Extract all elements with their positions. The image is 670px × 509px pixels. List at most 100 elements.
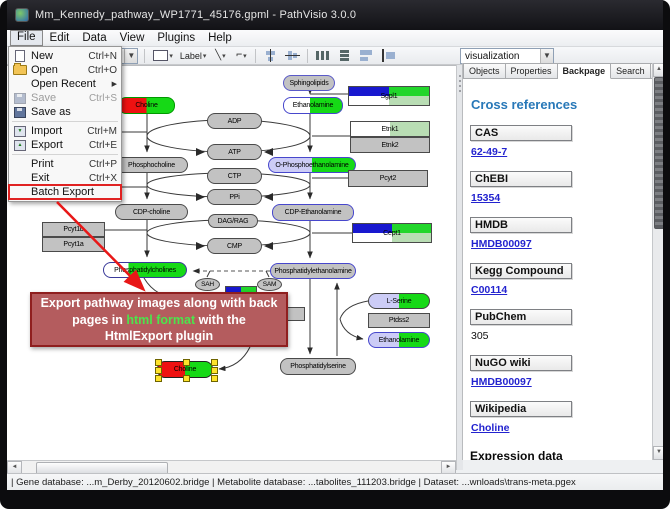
line-tool-button[interactable]: ╲▾: [211, 48, 229, 64]
file-menu-item-print[interactable]: PrintCtrl+P: [9, 157, 121, 171]
node-label: Phosphatidylethanolamine: [274, 268, 351, 275]
cept1-node[interactable]: Cept1: [352, 223, 432, 243]
phosphatidylethanolamine-node[interactable]: Phosphatidylethanolamine: [270, 263, 356, 279]
ethanolamine-bottom-node[interactable]: Ethanolamine: [368, 332, 430, 348]
open-folder-icon: [13, 65, 27, 75]
cmp-node[interactable]: CMP: [207, 238, 262, 254]
xref-value-hmdb[interactable]: HMDB00097: [471, 238, 653, 250]
selection-handle[interactable]: [155, 375, 162, 382]
chevron-down-icon[interactable]: ▼: [124, 49, 137, 63]
etnk1-node[interactable]: Etnk1: [350, 121, 430, 137]
cdp-ethanolamine-node[interactable]: CDP-Ethanolamine: [272, 204, 354, 221]
sah-node[interactable]: SAH: [195, 278, 220, 291]
scroll-down-icon[interactable]: ▼: [653, 446, 663, 460]
menu-item-shortcut: Ctrl+P: [89, 159, 117, 170]
adp-node[interactable]: ADP: [207, 113, 262, 129]
sphingolipids-node[interactable]: Sphingolipids: [283, 75, 335, 91]
callout-line: Export pathway images along with back: [32, 295, 286, 312]
file-menu-item-open-recent[interactable]: Open Recent▶: [9, 77, 121, 91]
selection-handle[interactable]: [183, 359, 190, 366]
stack-button[interactable]: [379, 48, 398, 64]
align-center-horizontal-button[interactable]: [261, 48, 280, 64]
xref-value-kegg-compound[interactable]: C00114: [471, 284, 653, 296]
phosphatidylserine-node[interactable]: Phosphatidylserine: [280, 358, 356, 375]
xref-value-chebi[interactable]: 15354: [471, 192, 653, 204]
menu-item-label: Import: [31, 125, 83, 137]
file-menu-item-exit[interactable]: ExitCtrl+X: [9, 171, 121, 185]
tab-backpage[interactable]: Backpage: [558, 63, 612, 79]
file-menu-item-export[interactable]: ExportCtrl+E: [9, 138, 121, 152]
selection-handle[interactable]: [155, 367, 162, 374]
canvas-horizontal-scrollbar[interactable]: ◄ ►: [7, 460, 456, 474]
xref-value-nugo-wiki[interactable]: HMDB00097: [471, 376, 653, 388]
distribute-vertical-icon: [337, 49, 352, 62]
align-center-vertical-button[interactable]: [283, 48, 302, 64]
side-panel-tabs: ObjectsPropertiesBackpageSearchLegend: [463, 63, 663, 79]
menu-view[interactable]: View: [114, 31, 151, 45]
xref-value-pubchem: 305: [471, 330, 653, 342]
node-label: Pcyt1b: [63, 226, 83, 233]
menu-data[interactable]: Data: [76, 31, 112, 45]
chevron-down-icon[interactable]: ▼: [540, 49, 553, 63]
file-menu-item-import[interactable]: ImportCtrl+M: [9, 124, 121, 138]
menu-edit[interactable]: Edit: [44, 31, 76, 45]
tab-search[interactable]: Search: [611, 63, 651, 79]
file-menu: NewCtrl+NOpenCtrl+OOpen Recent▶SaveCtrl+…: [8, 46, 122, 202]
o-phosphoethanolamine-node[interactable]: O-Phosphoethanolamine: [268, 157, 356, 173]
phosphocholine-node[interactable]: Phosphocholine: [115, 157, 188, 173]
ethanolamine-top-node[interactable]: Ethanolamine: [283, 97, 343, 114]
ppi-node[interactable]: PPi: [207, 189, 262, 205]
l-serine-node[interactable]: L-Serine: [368, 293, 430, 309]
selection-handle[interactable]: [211, 359, 218, 366]
window-title: Mm_Kennedy_pathway_WP1771_45176.gpml - P…: [35, 9, 356, 21]
sam-node[interactable]: SAM: [257, 278, 282, 291]
atp-node[interactable]: ATP: [207, 144, 262, 160]
choline-selected-node[interactable]: Choline: [157, 361, 213, 378]
xref-value-wikipedia[interactable]: Choline: [471, 422, 653, 434]
selection-handle[interactable]: [211, 367, 218, 374]
file-menu-item-save[interactable]: SaveCtrl+S: [9, 91, 121, 105]
etnk2-node[interactable]: Etnk2: [350, 137, 430, 153]
file-menu-item-save-as[interactable]: Save as: [9, 105, 121, 119]
selection-handle[interactable]: [211, 375, 218, 382]
cdp-choline-node[interactable]: CDP-choline: [115, 204, 188, 220]
distribute-horizontal-button[interactable]: [313, 48, 332, 64]
menu-file[interactable]: File: [10, 30, 43, 46]
pcyt2-node[interactable]: Pcyt2: [348, 170, 428, 187]
scrollbar-thumb[interactable]: [654, 77, 663, 229]
file-menu-item-batch-export[interactable]: Batch Export: [9, 185, 121, 199]
distribute-vertical-button[interactable]: [335, 48, 354, 64]
menu-plugins[interactable]: Plugins: [151, 31, 201, 45]
file-menu-item-new[interactable]: NewCtrl+N: [9, 49, 121, 63]
node-label: Phosphatidylserine: [290, 363, 346, 370]
elbow-connector-button[interactable]: ⌐▾: [232, 48, 250, 64]
dag-node[interactable]: DAG/RAG: [208, 214, 258, 228]
choline-top-node[interactable]: Choline: [118, 97, 175, 114]
pcyt1a-node[interactable]: Pcyt1a: [42, 237, 105, 252]
ptdss2-node[interactable]: Ptdss2: [368, 313, 430, 328]
file-menu-item-open[interactable]: OpenCtrl+O: [9, 63, 121, 77]
node-label: SAM: [263, 281, 277, 288]
selection-handle[interactable]: [183, 375, 190, 382]
xref-value-cas[interactable]: 62-49-7: [471, 146, 653, 158]
menu-help[interactable]: Help: [202, 31, 238, 45]
scroll-up-icon[interactable]: ▲: [653, 63, 663, 77]
sgpl1-node[interactable]: Sgpl1: [348, 86, 430, 106]
tab-objects[interactable]: Objects: [463, 63, 506, 79]
ctp-node[interactable]: CTP: [207, 168, 262, 184]
tab-properties[interactable]: Properties: [506, 63, 558, 79]
common-size-button[interactable]: [357, 48, 376, 64]
node-label: Pcyt1a: [63, 241, 83, 248]
dropdown-caret-icon: ▾: [243, 52, 247, 60]
visualization-combobox[interactable]: visualization ▼: [460, 48, 554, 64]
gene-partial-node[interactable]: [285, 307, 305, 321]
datanode-tool-icon: [153, 50, 168, 61]
phosphatidylcholines-node[interactable]: Phosphatidylcholines: [103, 262, 187, 278]
pcyt1b-node[interactable]: Pcyt1b: [42, 222, 105, 237]
panel-vertical-scrollbar[interactable]: ▲ ▼: [652, 63, 663, 460]
visualization-value: visualization: [465, 51, 519, 62]
datanode-tool-button[interactable]: ▾: [151, 48, 175, 64]
label-tool-button[interactable]: Label▾: [178, 48, 209, 64]
pathvisio-app-icon: [15, 8, 29, 22]
selection-handle[interactable]: [155, 359, 162, 366]
